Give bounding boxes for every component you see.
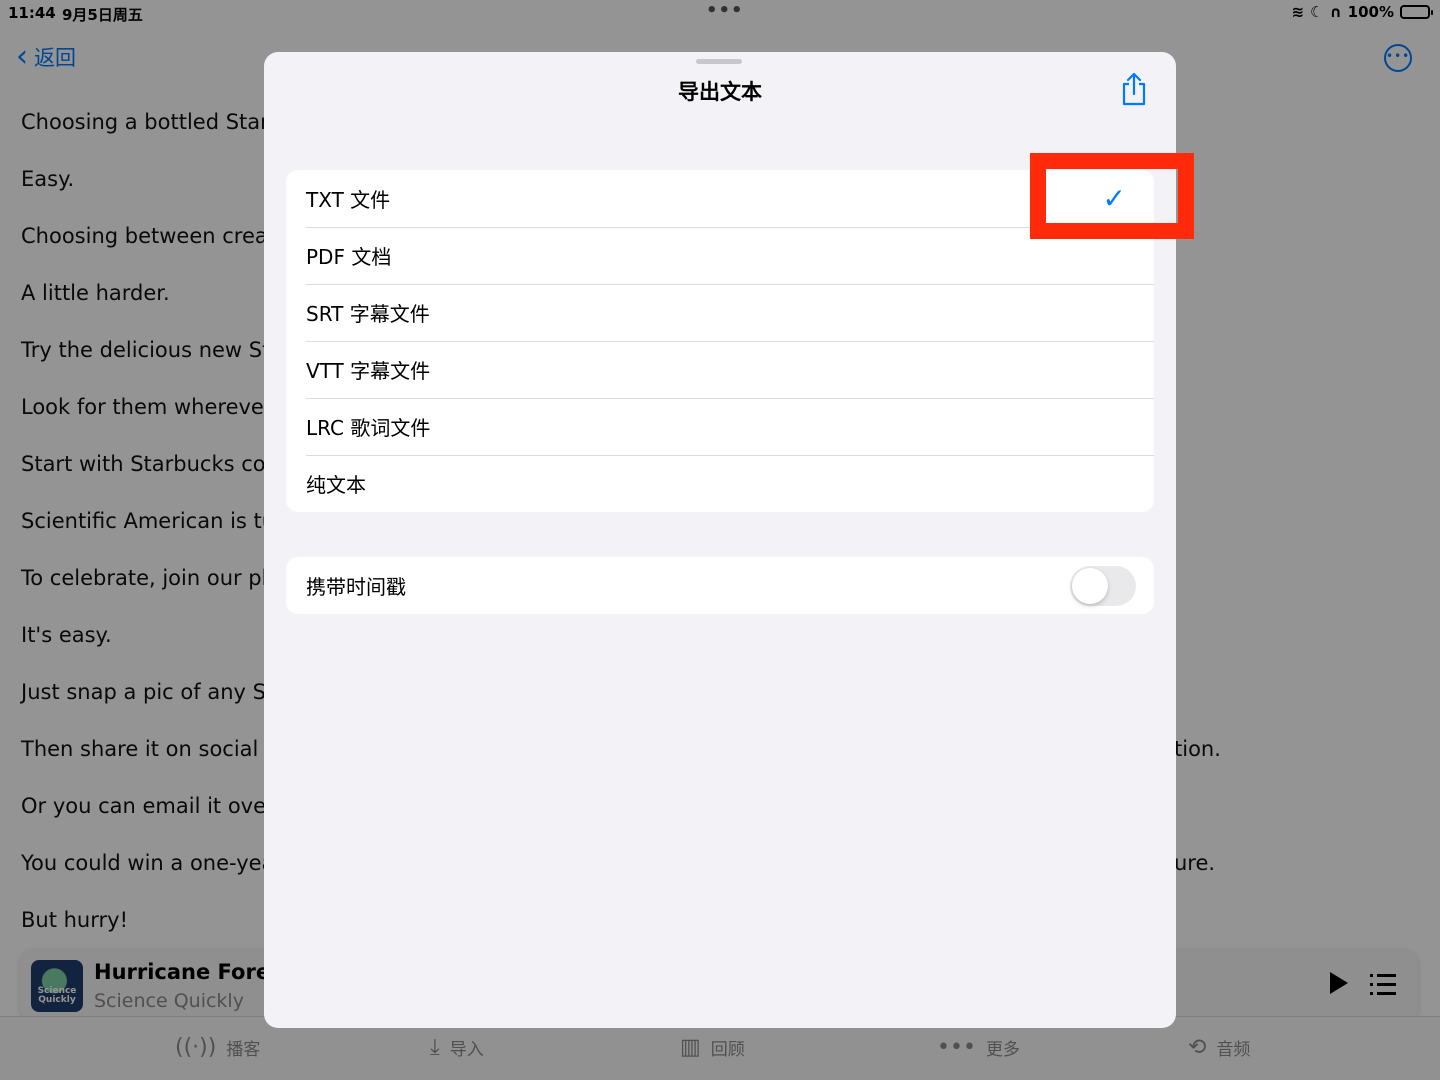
format-option-txt[interactable]: TXT 文件 ✓	[286, 170, 1154, 227]
format-label: VTT 字幕文件	[306, 359, 431, 383]
format-label: TXT 文件	[306, 188, 391, 212]
timestamp-row: 携带时间戳	[286, 557, 1154, 614]
timestamp-toggle[interactable]	[1070, 566, 1136, 606]
format-option-plain-text[interactable]: 纯文本	[286, 455, 1154, 512]
format-label: 纯文本	[306, 473, 366, 497]
format-label: PDF 文档	[306, 245, 392, 269]
share-icon[interactable]	[1120, 72, 1148, 106]
format-label: SRT 字幕文件	[306, 302, 430, 326]
format-option-vtt[interactable]: VTT 字幕文件	[286, 341, 1154, 398]
sheet-title: 导出文本	[678, 80, 762, 104]
annotation-highlight-box	[1030, 153, 1194, 239]
timestamp-label: 携带时间戳	[306, 575, 406, 599]
format-option-srt[interactable]: SRT 字幕文件	[286, 284, 1154, 341]
format-list: TXT 文件 ✓ PDF 文档 SRT 字幕文件 VTT 字幕文件 LRC 歌词…	[286, 170, 1154, 512]
timestamp-option-group: 携带时间戳	[286, 557, 1154, 614]
sheet-grabber[interactable]	[696, 59, 742, 64]
format-label: LRC 歌词文件	[306, 416, 431, 440]
toggle-knob	[1072, 568, 1108, 604]
format-option-pdf[interactable]: PDF 文档	[286, 227, 1154, 284]
format-option-lrc[interactable]: LRC 歌词文件	[286, 398, 1154, 455]
